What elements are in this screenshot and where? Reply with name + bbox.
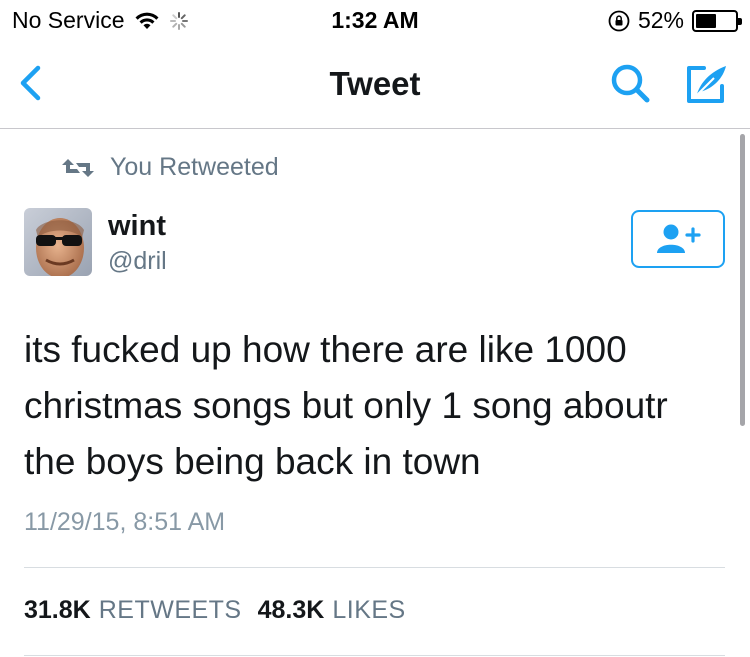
scroll-indicator [740,134,745,426]
battery-icon [692,9,742,32]
status-right: 52% [608,7,742,34]
battery-percent: 52% [637,7,684,33]
retweet-icon [62,158,94,177]
divider [24,567,725,568]
retweets-count: 31.8K [24,596,91,624]
divider [24,655,725,656]
likes-count: 48.3K [257,596,325,624]
rotation-lock-icon [608,10,630,31]
search-button[interactable] [605,58,657,110]
avatar[interactable] [24,208,92,276]
retweets-stat[interactable]: 31.8K RETWEETS [24,596,242,625]
retweet-context: You Retweeted [60,153,279,182]
battery-fill [696,13,716,28]
avatar-image [24,208,92,276]
status-bar: No Service 1:32 AM 52% [0,0,750,40]
compose-button[interactable] [680,58,732,110]
likes-stat[interactable]: 48.3K LIKES [258,596,406,625]
display-name[interactable]: wint [108,210,166,243]
tweet-stats: 31.8K RETWEETS 48.3K LIKES [24,596,406,625]
nav-bar: Tweet [0,40,750,129]
search-icon [611,64,650,103]
retweet-context-label: You Retweeted [110,153,279,181]
tweet-text: its fucked up how there are like 1000 ch… [24,329,668,482]
retweets-label: RETWEETS [98,596,242,624]
battery-nub [738,17,742,25]
add-user-icon [657,224,701,253]
follow-button[interactable] [631,210,725,268]
user-handle[interactable]: @dril [108,247,167,276]
tweet-timestamp: 11/29/15, 8:51 AM [24,508,226,536]
likes-label: LIKES [332,596,406,624]
compose-icon [687,66,726,103]
